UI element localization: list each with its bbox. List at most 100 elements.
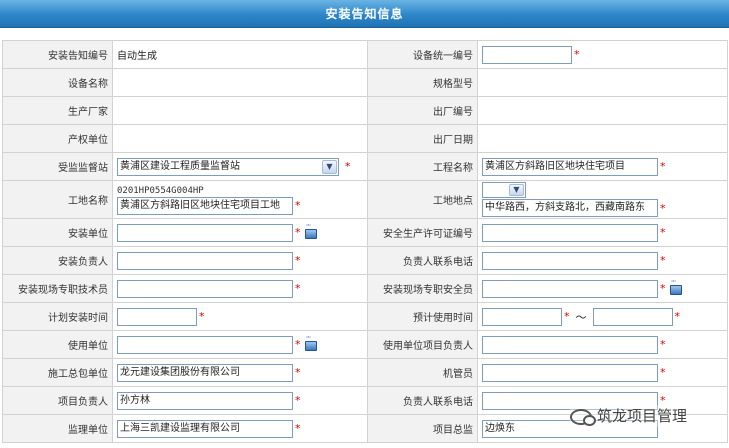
manager-phone-input[interactable] xyxy=(482,251,658,270)
chevron-down-icon[interactable]: ▼ xyxy=(509,184,524,196)
onsite-technician-label: 安装现场专职技术员 xyxy=(2,274,113,303)
site-name-label: 工地名称 xyxy=(2,180,113,219)
required-mark: * xyxy=(295,366,301,379)
picker-icon[interactable]: ··· xyxy=(304,221,317,239)
onsite-safety-officer-label: 安装现场专职安全员 xyxy=(367,274,478,303)
install-notice-form: 安装告知编号 自动生成 设备统一编号 * 设备名称 规格型号 生产厂家 出厂编号… xyxy=(2,40,728,443)
required-mark: * xyxy=(295,199,301,212)
project-name-label: 工程名称 xyxy=(367,152,478,181)
install-manager-input[interactable] xyxy=(117,251,293,270)
form-row: 使用单位 * ··· 使用单位项目负责人 * xyxy=(2,330,728,359)
page-title: 安装告知信息 xyxy=(0,0,729,28)
form-row: 施工总包单位 龙元建设集团股份有限公司 * 机管员 * xyxy=(2,358,728,387)
spec-model-value xyxy=(477,68,728,97)
factory-no-label: 出厂编号 xyxy=(367,96,478,125)
form-row: 安装告知编号 自动生成 设备统一编号 * xyxy=(2,40,728,69)
onsite-technician-input[interactable] xyxy=(117,279,293,298)
factory-date-label: 出厂日期 xyxy=(367,124,478,153)
required-mark: * xyxy=(660,226,666,239)
required-mark: * xyxy=(295,254,301,267)
picker-icon[interactable]: ··· xyxy=(669,277,682,295)
pm-phone-label: 负责人联系电话 xyxy=(367,386,478,415)
factory-no-value xyxy=(477,96,728,125)
expected-use-time-label: 预计使用时间 xyxy=(367,302,478,331)
form-row: 安装负责人 * 负责人联系电话 * xyxy=(2,246,728,275)
install-manager-label: 安装负责人 xyxy=(2,246,113,275)
user-project-manager-input[interactable] xyxy=(482,335,658,354)
supervision-station-select[interactable]: 黄浦区建设工程质量监督站 ▼ xyxy=(117,157,339,176)
form-row: 产权单位 出厂日期 xyxy=(2,124,728,153)
form-row: 设备名称 规格型号 xyxy=(2,68,728,97)
required-mark: * xyxy=(295,338,301,351)
install-unit-label: 安装单位 xyxy=(2,218,113,247)
equipment-admin-label: 机管员 xyxy=(367,358,478,387)
site-code: 0201HP0554G004HP xyxy=(117,185,204,196)
expected-use-from-input[interactable] xyxy=(482,307,562,326)
device-name-value xyxy=(112,68,368,97)
user-unit-label: 使用单位 xyxy=(2,330,113,359)
required-mark: * xyxy=(660,366,666,379)
required-mark: * xyxy=(574,48,580,61)
form-row: 安装单位 * ··· 安全生产许可证编号 * xyxy=(2,218,728,247)
supervision-station-selected: 黄浦区建设工程质量监督站 xyxy=(120,160,240,172)
required-mark: * xyxy=(295,226,301,239)
picker-icon[interactable]: ··· xyxy=(304,333,317,351)
required-mark: * xyxy=(674,310,681,323)
required-mark: * xyxy=(660,254,666,267)
site-address-label: 工地地点 xyxy=(367,180,478,219)
general-contractor-label: 施工总包单位 xyxy=(2,358,113,387)
required-mark: * xyxy=(564,310,570,323)
user-project-manager-label: 使用单位项目负责人 xyxy=(367,330,478,359)
chevron-down-icon[interactable]: ▼ xyxy=(322,159,337,174)
site-name-input[interactable]: 黄浦区方斜路旧区地块住宅项目工地 xyxy=(117,196,293,215)
chief-supervisor-label: 项目总监 xyxy=(367,414,478,443)
supervisor-unit-input[interactable]: 上海三凯建设监理有限公司 xyxy=(117,419,293,438)
manufacturer-value xyxy=(112,96,368,125)
notice-no-label: 安装告知编号 xyxy=(2,40,113,69)
form-row: 受监监督站 黄浦区建设工程质量监督站 ▼ * 工程名称 黄浦区方斜路旧区地块住宅… xyxy=(2,152,728,181)
project-manager-label: 项目负责人 xyxy=(2,386,113,415)
required-mark: * xyxy=(295,394,301,407)
watermark-text: 筑龙项目管理 xyxy=(597,407,688,425)
owner-unit-label: 产权单位 xyxy=(2,124,113,153)
required-mark: * xyxy=(295,422,301,435)
notice-no-value: 自动生成 xyxy=(112,40,368,69)
planned-install-time-input[interactable] xyxy=(117,307,197,326)
device-name-label: 设备名称 xyxy=(2,68,113,97)
wechat-icon xyxy=(570,408,596,426)
required-mark: * xyxy=(345,160,351,173)
required-mark: * xyxy=(199,310,205,323)
manager-phone-label: 负责人联系电话 xyxy=(367,246,478,275)
onsite-safety-officer-input[interactable] xyxy=(482,279,658,298)
required-mark: * xyxy=(660,201,666,215)
required-mark: * xyxy=(295,282,301,295)
site-address-input[interactable]: 中华路西，方斜支路北，西藏南路东 xyxy=(482,199,658,217)
manufacturer-label: 生产厂家 xyxy=(2,96,113,125)
supervision-station-label: 受监监督站 xyxy=(2,152,113,181)
required-mark: * xyxy=(660,338,666,351)
required-mark: * xyxy=(660,160,666,173)
project-manager-input[interactable]: 孙方林 xyxy=(117,391,293,410)
form-row: 安装现场专职技术员 * 安装现场专职安全员 * ··· xyxy=(2,274,728,303)
required-mark: * xyxy=(660,282,666,295)
watermark: 筑龙项目管理 xyxy=(570,405,688,427)
install-unit-input[interactable] xyxy=(117,223,293,242)
device-unified-no-input[interactable] xyxy=(482,45,572,64)
form-row: 工地名称 0201HP0554G004HP 黄浦区方斜路旧区地块住宅项目工地 * … xyxy=(2,180,728,219)
form-row: 生产厂家 出厂编号 xyxy=(2,96,728,125)
equipment-admin-input[interactable] xyxy=(482,363,658,382)
owner-unit-value xyxy=(112,124,368,153)
project-name-input[interactable]: 黄浦区方斜路旧区地块住宅项目 xyxy=(482,157,658,176)
general-contractor-input[interactable]: 龙元建设集团股份有限公司 xyxy=(117,363,293,382)
device-unified-no-label: 设备统一编号 xyxy=(367,40,478,69)
safety-permit-no-label: 安全生产许可证编号 xyxy=(367,218,478,247)
user-unit-input[interactable] xyxy=(117,335,293,354)
factory-date-value xyxy=(477,124,728,153)
district-select[interactable]: ▼ xyxy=(482,182,526,198)
spec-model-label: 规格型号 xyxy=(367,68,478,97)
safety-permit-no-input[interactable] xyxy=(482,223,658,242)
supervisor-unit-label: 监理单位 xyxy=(2,414,113,443)
planned-install-time-label: 计划安装时间 xyxy=(2,302,113,331)
range-separator: ～ xyxy=(575,310,587,324)
expected-use-to-input[interactable] xyxy=(592,307,673,326)
